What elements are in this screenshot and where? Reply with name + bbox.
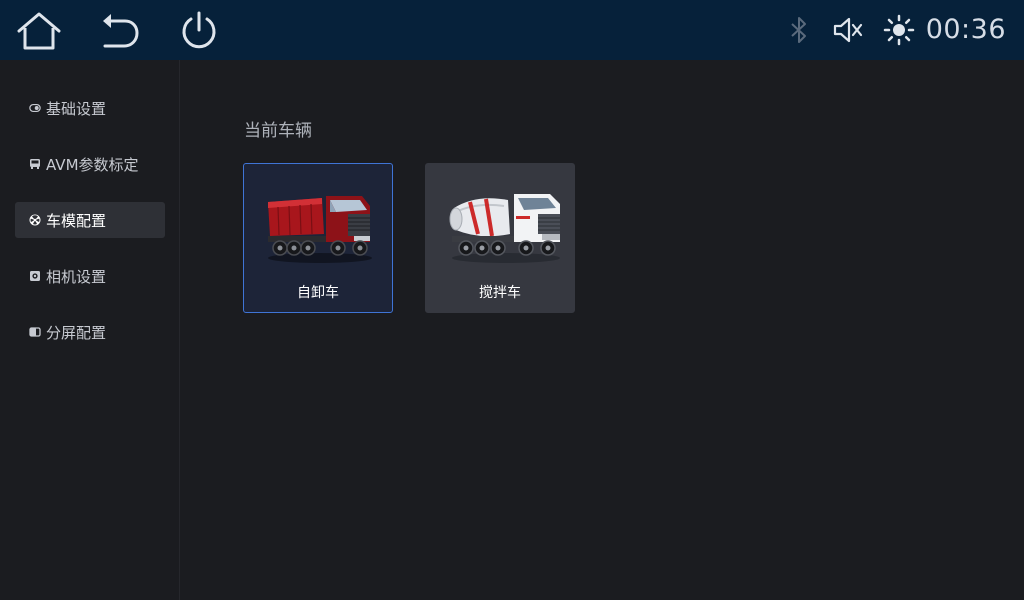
vehicle-card-mixer-truck[interactable]: 搅拌车 bbox=[425, 163, 575, 313]
section-title: 当前车辆 bbox=[244, 121, 312, 141]
speaker-muted-icon[interactable] bbox=[830, 13, 864, 47]
sidebar-item-label: 车模配置 bbox=[46, 211, 107, 230]
vehicle-card-dump-truck[interactable]: 自卸车 bbox=[243, 163, 393, 313]
brightness-icon[interactable] bbox=[882, 13, 916, 47]
top-bar: 00:36 bbox=[0, 0, 1024, 60]
sidebar: 基础设置 AVM参数标定 车模配置 相机设置 分屏配置 bbox=[0, 60, 180, 600]
sidebar-item-vehicle-model[interactable]: 车模配置 bbox=[15, 202, 165, 238]
sidebar-item-basic-settings[interactable]: 基础设置 bbox=[15, 90, 165, 126]
back-arrow-icon[interactable] bbox=[96, 8, 142, 54]
mixer-truck-image bbox=[449, 194, 560, 263]
sidebar-item-label: 基础设置 bbox=[46, 99, 107, 118]
toggle-icon bbox=[29, 102, 41, 114]
sidebar-item-split-screen[interactable]: 分屏配置 bbox=[15, 314, 165, 350]
home-icon[interactable] bbox=[16, 8, 62, 54]
dump-truck-image bbox=[268, 196, 372, 263]
split-screen-icon bbox=[29, 326, 41, 338]
bus-icon bbox=[29, 158, 41, 170]
sidebar-item-label: 分屏配置 bbox=[46, 323, 107, 342]
vehicle-card-label: 搅拌车 bbox=[479, 285, 521, 301]
sidebar-item-label: AVM参数标定 bbox=[46, 155, 139, 174]
bluetooth-icon bbox=[782, 13, 816, 47]
sidebar-item-label: 相机设置 bbox=[46, 267, 107, 286]
clock: 00:36 bbox=[925, 14, 1006, 45]
power-icon[interactable] bbox=[176, 8, 222, 54]
camera-icon bbox=[29, 270, 41, 282]
sidebar-item-avm-calibration[interactable]: AVM参数标定 bbox=[15, 146, 165, 182]
sidebar-item-camera-settings[interactable]: 相机设置 bbox=[15, 258, 165, 294]
vehicle-card-label: 自卸车 bbox=[297, 285, 339, 301]
wheel-icon bbox=[29, 214, 41, 226]
